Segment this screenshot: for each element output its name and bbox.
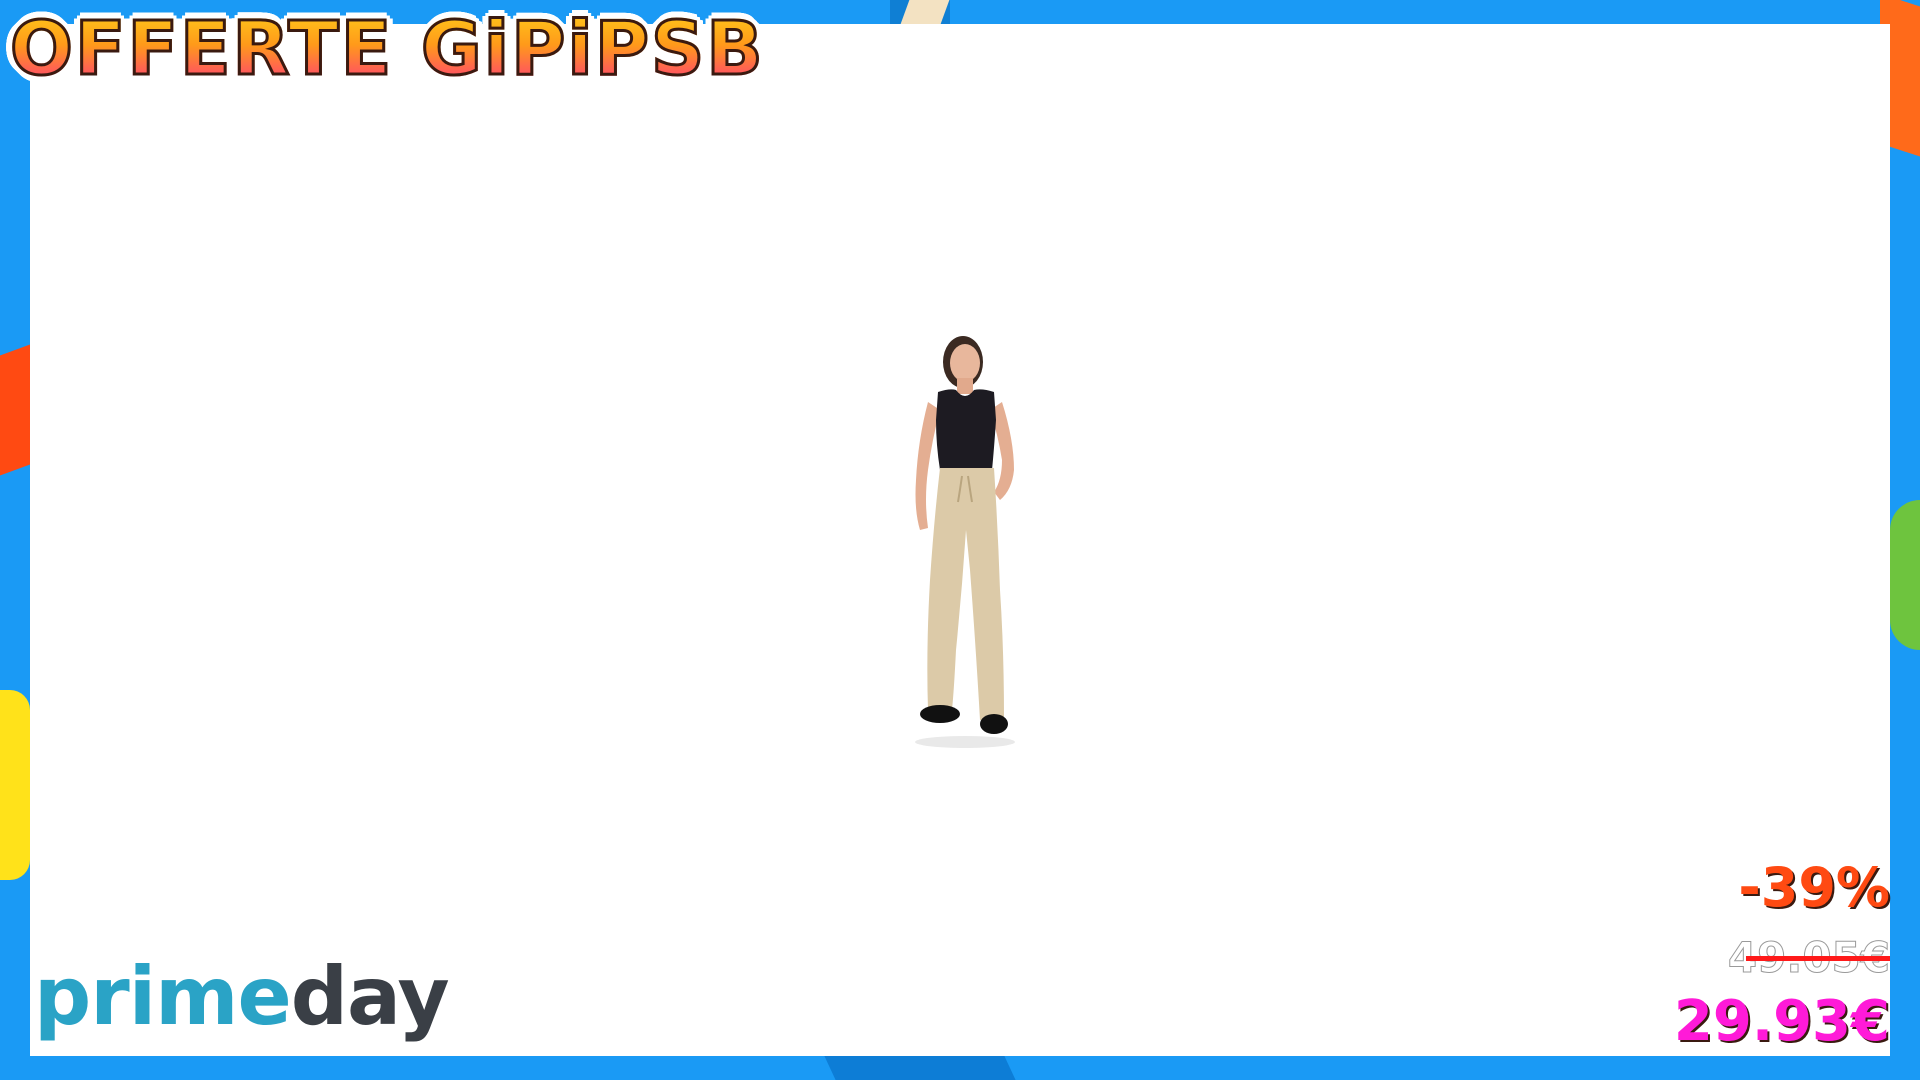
decor-shape-bottom xyxy=(824,1056,1016,1080)
decor-shape-green xyxy=(1890,500,1920,650)
new-price: 29.93€ xyxy=(1673,989,1890,1054)
prime-logo-word: prime xyxy=(34,950,292,1043)
brand-title: OFFERTE GiPiPSB xyxy=(9,5,765,94)
discount-badge: -39% xyxy=(1738,856,1890,919)
decor-shape-orange xyxy=(0,344,30,476)
prime-day-logo: primeday xyxy=(34,950,450,1043)
product-image xyxy=(890,330,1040,750)
woman-figure-icon xyxy=(915,336,1015,748)
old-price-strike xyxy=(1746,956,1890,961)
price-box: -39% 49.05€ 29.93€ xyxy=(1590,856,1891,1058)
day-logo-word: day xyxy=(290,950,450,1043)
decor-shape-yellow xyxy=(0,690,30,880)
